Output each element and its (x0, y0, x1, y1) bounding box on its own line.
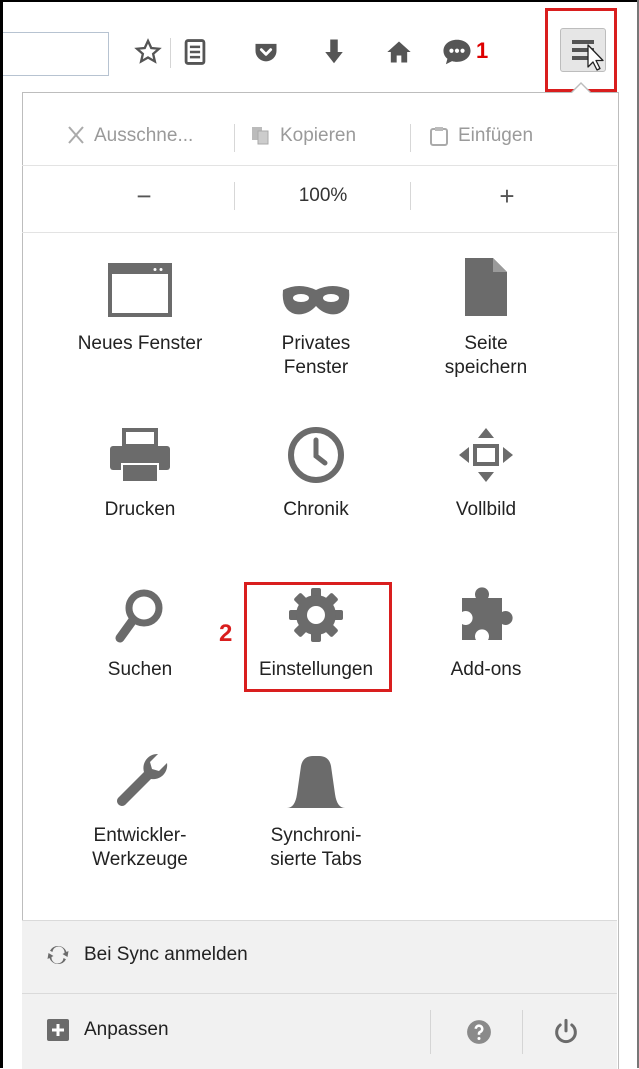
zoom-reset-button[interactable]: 100% (236, 168, 410, 224)
tile-label: Vollbild (455, 499, 517, 520)
fullscreen-button[interactable]: Vollbild (396, 412, 576, 522)
wrench-icon (117, 753, 168, 806)
find-button[interactable]: Suchen (50, 572, 230, 682)
downloads-icon[interactable] (316, 34, 352, 70)
paste-icon (430, 127, 448, 146)
synced-tabs-icon (287, 756, 345, 808)
customize-footer: Anpassen (22, 993, 617, 1069)
browser-toolbar: 1 (3, 2, 637, 92)
cut-label: Ausschne... (94, 125, 194, 146)
home-icon[interactable] (381, 34, 417, 70)
sync-label: Bei Sync anmelden (84, 944, 248, 965)
printer-icon (110, 428, 170, 483)
tile-label: Synchroni- sierte Tabs (270, 825, 362, 870)
sync-icon (47, 945, 69, 965)
sync-signin-row[interactable]: Bei Sync anmelden (46, 943, 248, 967)
annotation-1: 1 (476, 38, 489, 63)
separator (430, 1010, 431, 1054)
separator (410, 182, 411, 210)
annotation-box-2 (244, 582, 392, 692)
private-window-button[interactable]: Privates Fenster (226, 246, 406, 380)
tile-label: Suchen (107, 659, 173, 680)
paste-button[interactable]: Einfügen (428, 110, 533, 162)
bookmark-star-icon[interactable] (130, 34, 166, 70)
history-button[interactable]: Chronik (226, 412, 406, 522)
tile-label: Chronik (283, 499, 349, 520)
customize-label: Anpassen (84, 1019, 169, 1040)
synced-tabs-button[interactable]: Synchroni- sierte Tabs (226, 738, 406, 872)
sync-footer[interactable]: Bei Sync anmelden (22, 920, 617, 993)
search-icon (115, 589, 163, 643)
copy-icon (252, 127, 269, 145)
zoom-in-button[interactable]: + (422, 168, 592, 224)
chat-icon[interactable] (439, 34, 475, 70)
zoom-controls-row: − 100% + (22, 168, 617, 224)
tile-label: Neues Fenster (77, 333, 203, 354)
history-clock-icon (288, 427, 344, 483)
annotation-2: 2 (219, 620, 233, 647)
tile-label: Privates Fenster (281, 333, 351, 378)
tile-label: Add-ons (450, 659, 522, 680)
plus-square-icon (47, 1019, 69, 1041)
new-window-icon (108, 263, 172, 317)
save-page-icon (465, 258, 507, 316)
divider (22, 232, 617, 233)
separator (234, 124, 235, 152)
window-frame-left (0, 0, 3, 1068)
zoom-out-button[interactable]: − (62, 168, 226, 224)
help-icon (467, 1020, 491, 1044)
cut-button[interactable]: Ausschne... (66, 110, 193, 162)
private-mask-icon (282, 286, 350, 315)
power-icon (555, 1018, 577, 1044)
new-window-button[interactable]: Neues Fenster (50, 246, 230, 356)
reading-list-icon[interactable] (177, 34, 213, 70)
pocket-icon[interactable] (248, 34, 284, 70)
hamburger-menu-button[interactable] (560, 28, 606, 72)
cut-icon (68, 126, 84, 144)
copy-button[interactable]: Kopieren (250, 110, 356, 162)
tile-label: Drucken (104, 499, 176, 520)
addons-button[interactable]: Add-ons (396, 572, 576, 682)
separator (522, 1010, 523, 1054)
fullscreen-icon (459, 428, 513, 482)
toolbar-separator (170, 38, 171, 68)
puzzle-icon (462, 587, 513, 640)
edit-controls-row: Ausschne... Kopieren Einfügen (22, 110, 617, 162)
separator (410, 124, 411, 152)
tile-label: Seite speichern (444, 333, 528, 378)
hamburger-menu-icon (572, 40, 604, 71)
separator (234, 182, 235, 210)
url-bar[interactable] (3, 32, 109, 76)
quit-button[interactable] (552, 1018, 580, 1051)
print-button[interactable]: Drucken (50, 412, 230, 522)
tile-label: Entwickler- Werkzeuge (92, 825, 188, 870)
developer-tools-button[interactable]: Entwickler- Werkzeuge (50, 738, 230, 872)
divider (22, 165, 617, 166)
help-button[interactable] (466, 1019, 492, 1050)
save-page-button[interactable]: Seite speichern (396, 246, 576, 380)
copy-label: Kopieren (280, 125, 357, 146)
paste-label: Einfügen (458, 125, 534, 146)
customize-button[interactable]: Anpassen (46, 1018, 169, 1042)
